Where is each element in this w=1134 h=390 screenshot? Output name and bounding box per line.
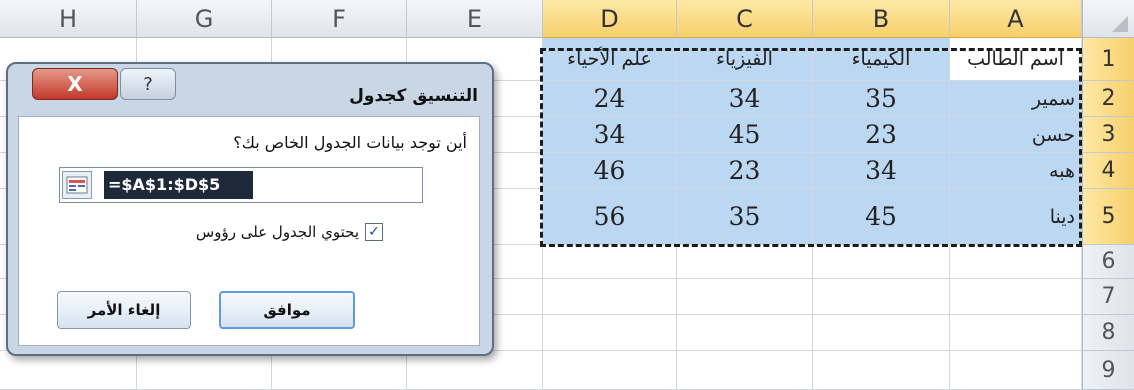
- cell-d7[interactable]: [543, 279, 677, 315]
- column-header-a[interactable]: A: [950, 0, 1082, 38]
- cell-a4[interactable]: هبه: [950, 153, 1082, 189]
- column-header-g[interactable]: G: [137, 0, 272, 38]
- cell-c3[interactable]: 45: [677, 117, 813, 153]
- range-field[interactable]: [59, 167, 423, 203]
- cell-d8[interactable]: [543, 315, 677, 351]
- help-button[interactable]: ?: [120, 68, 176, 100]
- row-header-5[interactable]: 5: [1082, 189, 1134, 245]
- cell-d3[interactable]: 34: [543, 117, 677, 153]
- help-icon: ?: [143, 73, 153, 95]
- cell-d2[interactable]: 24: [543, 81, 677, 117]
- cancel-button[interactable]: إلغاء الأمر: [57, 291, 191, 329]
- range-select-icon: [66, 176, 88, 194]
- cell-h9[interactable]: [0, 351, 137, 390]
- row-header-9[interactable]: 9: [1082, 351, 1134, 390]
- cell-d4[interactable]: 46: [543, 153, 677, 189]
- column-header-b[interactable]: B: [813, 0, 950, 38]
- column-header-c[interactable]: C: [677, 0, 813, 38]
- cell-b7[interactable]: [813, 279, 950, 315]
- close-icon: X: [67, 72, 83, 96]
- row-header-6[interactable]: 6: [1082, 245, 1134, 279]
- cell-a7[interactable]: [950, 279, 1082, 315]
- column-header-f[interactable]: F: [272, 0, 407, 38]
- ok-button[interactable]: موافق: [219, 291, 355, 329]
- cell-c4[interactable]: 23: [677, 153, 813, 189]
- cell-c7[interactable]: [677, 279, 813, 315]
- cell-b6[interactable]: [813, 245, 950, 279]
- headers-checkbox-row[interactable]: ✓ يحتوي الجدول على رؤوس: [196, 223, 383, 241]
- cell-d1[interactable]: علم الأحياء: [543, 38, 677, 81]
- column-header-d[interactable]: D: [543, 0, 677, 38]
- select-all-triangle-icon: [1112, 16, 1128, 32]
- cell-b2[interactable]: 35: [813, 81, 950, 117]
- cell-b8[interactable]: [813, 315, 950, 351]
- cell-b9[interactable]: [813, 351, 950, 390]
- row-header-3[interactable]: 3: [1082, 117, 1134, 153]
- collapse-dialog-button[interactable]: [62, 171, 92, 199]
- column-header-h[interactable]: H: [0, 0, 137, 38]
- cell-a2[interactable]: سمير: [950, 81, 1082, 117]
- cell-a8[interactable]: [950, 315, 1082, 351]
- cell-b3[interactable]: 23: [813, 117, 950, 153]
- row-header-2[interactable]: 2: [1082, 81, 1134, 117]
- cell-a1[interactable]: اسم الطالب: [950, 38, 1082, 81]
- range-input[interactable]: [104, 171, 253, 199]
- cell-f9[interactable]: [272, 351, 407, 390]
- select-all-corner[interactable]: [1082, 0, 1134, 38]
- row-header-4[interactable]: 4: [1082, 153, 1134, 189]
- row-header-7[interactable]: 7: [1082, 279, 1134, 315]
- cell-d5[interactable]: 56: [543, 189, 677, 245]
- close-button[interactable]: X: [32, 68, 118, 100]
- cell-c2[interactable]: 34: [677, 81, 813, 117]
- cell-a9[interactable]: [950, 351, 1082, 390]
- cell-c8[interactable]: [677, 315, 813, 351]
- cell-d6[interactable]: [543, 245, 677, 279]
- column-header-e[interactable]: E: [407, 0, 543, 38]
- cell-d9[interactable]: [543, 351, 677, 390]
- cell-b4[interactable]: 34: [813, 153, 950, 189]
- cell-b1[interactable]: الكيمياء: [813, 38, 950, 81]
- row-header-8[interactable]: 8: [1082, 315, 1134, 351]
- cell-g9[interactable]: [137, 351, 272, 390]
- cell-c1[interactable]: الفيزياء: [677, 38, 813, 81]
- headers-checkbox[interactable]: ✓: [365, 223, 383, 241]
- cell-a6[interactable]: [950, 245, 1082, 279]
- format-as-table-dialog: X ? التنسيق كجدول أين توجد بيانات الجدول…: [6, 62, 494, 356]
- cell-c6[interactable]: [677, 245, 813, 279]
- dialog-body: أين توجد بيانات الجدول الخاص بك؟ ✓ يحتوي…: [18, 116, 480, 346]
- cell-e9[interactable]: [407, 351, 543, 390]
- range-prompt: أين توجد بيانات الجدول الخاص بك؟: [233, 133, 467, 152]
- row-header-1[interactable]: 1: [1082, 38, 1134, 81]
- dialog-title: التنسيق كجدول: [349, 86, 478, 106]
- cell-c5[interactable]: 35: [677, 189, 813, 245]
- cell-c9[interactable]: [677, 351, 813, 390]
- cell-a5[interactable]: دينا: [950, 189, 1082, 245]
- headers-checkbox-label: يحتوي الجدول على رؤوس: [195, 223, 359, 241]
- cell-a3[interactable]: حسن: [950, 117, 1082, 153]
- cell-b5[interactable]: 45: [813, 189, 950, 245]
